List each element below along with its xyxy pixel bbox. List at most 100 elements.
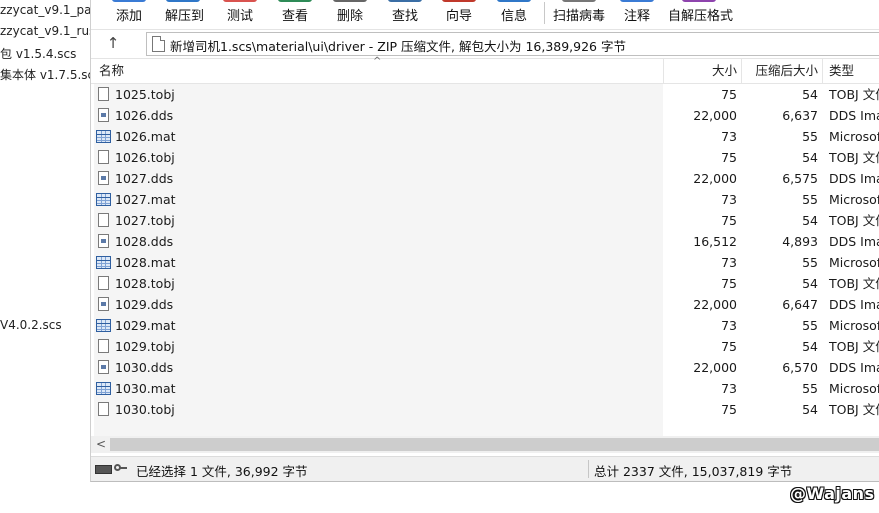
file-row[interactable]: 1026.tobj 75 54 TOBJ 文件 <box>91 147 879 168</box>
file-name: 1027.tobj <box>115 213 175 228</box>
file-type: TOBJ 文件 <box>829 213 879 228</box>
file-packed-size: 4,893 <box>782 234 818 249</box>
file-row[interactable]: 1026.dds 22,000 6,637 DDS Image <box>91 105 879 126</box>
toolbar-button-label: 扫描病毒 <box>553 9 606 24</box>
column-type-header[interactable]: 类型 <box>829 59 854 83</box>
file-type: DDS Image <box>829 171 879 186</box>
dds-file-icon <box>98 108 109 122</box>
file-packed-size: 6,647 <box>782 297 818 312</box>
tobj-file-icon <box>98 276 109 290</box>
scan-virus-icon <box>562 0 596 2</box>
file-size: 73 <box>721 192 737 207</box>
delete-button[interactable]: 删除 <box>333 0 367 28</box>
file-name: 1029.dds <box>115 297 174 312</box>
desktop-file-item[interactable]: zzycat_v9.1_rus. <box>0 24 92 38</box>
comment-button[interactable]: 注释 <box>620 0 654 28</box>
file-type: TOBJ 文件 <box>829 339 879 354</box>
file-type: TOBJ 文件 <box>829 402 879 417</box>
toolbar-button-label: 添加 <box>115 9 142 24</box>
file-packed-size: 55 <box>802 129 818 144</box>
file-name: 1027.dds <box>115 171 174 186</box>
tobj-file-icon <box>98 339 109 353</box>
file-row[interactable]: 1026.mat 73 55 Microsoft <box>91 126 879 147</box>
scan-virus-button[interactable]: 扫描病毒 <box>553 0 605 28</box>
status-selected: 已经选择 1 文件, 36,992 字节 <box>136 464 308 479</box>
column-separator[interactable] <box>663 59 664 83</box>
file-row[interactable]: 1029.tobj 75 54 TOBJ 文件 <box>91 336 879 357</box>
file-row[interactable]: 1028.mat 73 55 Microsoft <box>91 252 879 273</box>
file-row[interactable]: 1027.mat 73 55 Microsoft <box>91 189 879 210</box>
column-separator[interactable] <box>741 59 742 83</box>
find-icon <box>388 0 422 2</box>
tobj-file-icon <box>98 150 109 164</box>
delete-icon <box>333 0 367 2</box>
arrow-up-icon: ↑ <box>106 34 120 52</box>
tobj-file-icon <box>98 213 109 227</box>
file-row[interactable]: 1028.dds 16,512 4,893 DDS Image <box>91 231 879 252</box>
file-row[interactable]: 1030.dds 22,000 6,570 DDS Image <box>91 357 879 378</box>
file-row[interactable]: 1027.dds 22,000 6,575 DDS Image <box>91 168 879 189</box>
file-row[interactable]: 1030.tobj 75 54 TOBJ 文件 <box>91 399 879 420</box>
file-row[interactable]: 1029.mat 73 55 Microsoft <box>91 315 879 336</box>
file-type: Microsoft <box>829 255 879 270</box>
file-row[interactable]: 1029.dds 22,000 6,647 DDS Image <box>91 294 879 315</box>
file-name: 1030.dds <box>115 360 174 375</box>
file-size: 73 <box>721 381 737 396</box>
file-type: Microsoft <box>829 129 879 144</box>
column-size-header[interactable]: 大小 <box>712 59 737 83</box>
add-button[interactable]: 添加 <box>112 0 146 28</box>
file-type: DDS Image <box>829 297 879 312</box>
extract-to-icon <box>166 0 200 2</box>
desktop-file-item[interactable]: zzycat_v9.1_part <box>0 3 92 17</box>
column-name-header[interactable]: 名称 <box>99 59 124 83</box>
file-packed-size: 6,637 <box>782 108 818 123</box>
extract-to-button[interactable]: 解压到 <box>165 0 205 28</box>
scroll-left-icon[interactable]: < <box>94 436 108 453</box>
file-size: 22,000 <box>693 108 737 123</box>
test-button[interactable]: 测试 <box>223 0 257 28</box>
status-icons <box>95 463 129 475</box>
file-row[interactable]: 1025.tobj 75 54 TOBJ 文件 <box>91 84 879 105</box>
file-name: 1029.mat <box>115 318 176 333</box>
file-row[interactable]: 1028.tobj 75 54 TOBJ 文件 <box>91 273 879 294</box>
file-row[interactable]: 1027.tobj 75 54 TOBJ 文件 <box>91 210 879 231</box>
desktop-file-item[interactable]: 包 v1.5.4.scs <box>0 45 76 62</box>
wizard-button[interactable]: 向导 <box>442 0 476 28</box>
scrollbar-thumb[interactable] <box>110 438 879 451</box>
file-name: 1027.mat <box>115 192 176 207</box>
file-packed-size: 55 <box>802 381 818 396</box>
file-size: 75 <box>721 276 737 291</box>
file-row[interactable]: 1030.mat 73 55 Microsoft <box>91 378 879 399</box>
file-type: Microsoft <box>829 318 879 333</box>
file-type: DDS Image <box>829 108 879 123</box>
toolbar-button-label: 解压到 <box>165 9 205 24</box>
desktop-file-item[interactable]: V4.0.2.scs <box>0 318 62 332</box>
dds-file-icon <box>98 234 109 248</box>
file-type: Microsoft <box>829 192 879 207</box>
address-bar[interactable]: 新增司机1.scs\material\ui\driver - ZIP 压缩文件,… <box>146 32 879 56</box>
column-packed-header[interactable]: 压缩后大小 <box>755 59 818 83</box>
tobj-file-icon <box>98 87 109 101</box>
toolbar-separator <box>544 2 545 24</box>
sfx-button[interactable]: 自解压格式 <box>668 0 733 28</box>
mat-file-icon <box>96 130 111 143</box>
view-button[interactable]: 查看 <box>278 0 312 28</box>
file-size: 75 <box>721 87 737 102</box>
status-separator <box>588 460 589 478</box>
column-separator[interactable] <box>822 59 823 83</box>
find-button[interactable]: 查找 <box>388 0 422 28</box>
file-packed-size: 54 <box>802 402 818 417</box>
desktop-file-item[interactable]: 集本体 v1.7.5.scs <box>0 66 92 83</box>
info-button[interactable]: 信息 <box>497 0 531 28</box>
file-packed-size: 6,575 <box>782 171 818 186</box>
file-packed-size: 55 <box>802 192 818 207</box>
test-icon <box>223 0 257 2</box>
horizontal-scrollbar[interactable]: < <box>91 436 879 453</box>
up-level-button[interactable]: ↑ <box>99 32 127 54</box>
file-type: TOBJ 文件 <box>829 276 879 291</box>
sfx-icon <box>682 0 716 2</box>
status-total: 总计 2337 文件, 15,037,819 字节 <box>594 464 793 479</box>
file-name: 1026.tobj <box>115 150 175 165</box>
file-list: 名称 ^ 大小 压缩后大小 类型 1025.tobj7554TOBJ 文件102… <box>91 56 879 436</box>
file-packed-size: 55 <box>802 255 818 270</box>
